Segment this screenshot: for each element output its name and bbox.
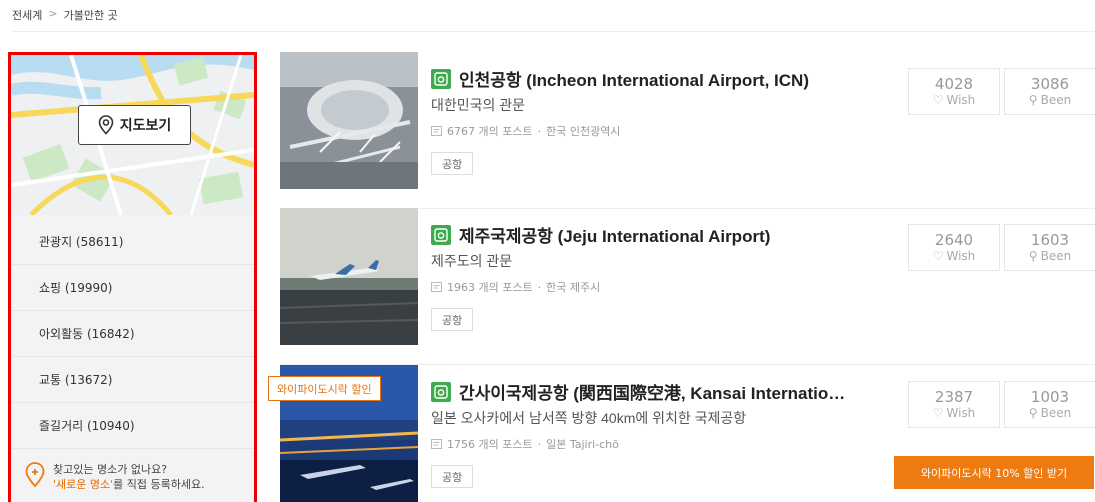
category-item-shopping[interactable]: 쇼핑 (19990) xyxy=(11,265,254,311)
place-title[interactable]: 간사이국제공항 (関西国際空港, Kansai Internatio… xyxy=(459,379,845,404)
category-item-outdoor[interactable]: 아외활동 (16842) xyxy=(11,311,254,357)
wish-button[interactable]: 2640 ♡ Wish xyxy=(908,224,1000,271)
help-line-2: '새로운 명소'를 직접 등록하세요. xyxy=(53,477,205,492)
heart-icon: ♡ xyxy=(932,93,944,107)
place-location: 일본 Tajiri-chō xyxy=(546,438,619,451)
camera-icon xyxy=(431,381,451,402)
top-divider xyxy=(12,31,1095,32)
map-pin-icon xyxy=(98,115,114,135)
wish-count: 2640 xyxy=(934,231,974,249)
place-subtitle: 제주도의 관문 xyxy=(431,253,513,269)
place-meta: 1963 개의 포스트 · 한국 제주시 xyxy=(431,279,600,295)
place-location: 한국 제주시 xyxy=(546,281,601,294)
camera-icon xyxy=(431,224,451,245)
wish-count: 2387 xyxy=(934,388,974,406)
meta-dot: · xyxy=(537,280,542,294)
been-label: Been xyxy=(1040,249,1072,263)
place-title-row: 인천공항 (Incheon International Airport, ICN… xyxy=(431,66,809,91)
map-view-label: 지도보기 xyxy=(119,118,172,134)
wish-label: Wish xyxy=(946,249,976,263)
category-tag[interactable]: 공항 xyxy=(431,308,474,331)
place-thumbnail[interactable] xyxy=(280,208,418,345)
been-label: Been xyxy=(1040,406,1072,420)
pin-icon: ⚲ xyxy=(1028,249,1038,263)
category-list: 관광지 (58611) 쇼핑 (19990) 아외활동 (16842) 교통 (… xyxy=(11,219,254,449)
map-view-button[interactable]: 지도보기 xyxy=(78,105,191,145)
wish-button[interactable]: 4028 ♡ Wish xyxy=(908,68,1000,115)
been-button[interactable]: 3086 ⚲ Been xyxy=(1004,68,1095,115)
place-meta: 1756 개의 포스트 · 일본 Tajiri-chō xyxy=(431,436,619,452)
promo-discount-button[interactable]: 와이파이도시락 10% 할인 받기 xyxy=(894,456,1094,489)
help-line-1: 찾고있는 명소가 없나요? xyxy=(53,463,168,476)
camera-icon xyxy=(431,68,451,89)
been-label: Been xyxy=(1040,93,1072,107)
wish-count: 4028 xyxy=(934,75,974,93)
new-place-link[interactable]: '새로운 명소' xyxy=(53,478,113,491)
category-item-entertainment[interactable]: 즐길거리 (10940) xyxy=(11,403,254,449)
category-tag[interactable]: 공항 xyxy=(431,152,474,175)
heart-icon: ♡ xyxy=(932,406,944,420)
add-place-text: 찾고있는 명소가 없나요? '새로운 명소'를 직접 등록하세요. xyxy=(53,462,205,492)
sidebar: 지도보기 관광지 (58611) 쇼핑 (19990) 아외활동 (16842)… xyxy=(8,52,257,502)
map-preview[interactable]: 지도보기 xyxy=(11,55,254,215)
post-count: 6767 개의 포스트 xyxy=(447,125,533,138)
place-title-row: 제주국제공항 (Jeju International Airport) xyxy=(431,222,770,247)
place-card-incheon: 인천공항 (Incheon International Airport, ICN… xyxy=(280,52,1095,209)
airport-photo xyxy=(280,52,418,189)
meta-dot: · xyxy=(537,124,542,138)
help-line-2-rest: 를 직접 등록하세요. xyxy=(113,478,205,491)
place-title[interactable]: 인천공항 (Incheon International Airport, ICN… xyxy=(459,66,809,91)
breadcrumb-places[interactable]: 가볼만한 곳 xyxy=(64,7,118,23)
airport-photo xyxy=(280,208,418,345)
wish-label: Wish xyxy=(946,406,976,420)
place-meta: 6767 개의 포스트 · 한국 인천광역시 xyxy=(431,123,620,139)
location-pin-icon xyxy=(25,462,45,488)
post-icon xyxy=(431,282,442,292)
meta-dot: · xyxy=(537,437,542,451)
heart-icon: ♡ xyxy=(932,249,944,263)
place-title[interactable]: 제주국제공항 (Jeju International Airport) xyxy=(459,222,770,247)
place-card-jeju: 제주국제공항 (Jeju International Airport) 제주도의… xyxy=(280,208,1095,365)
place-thumbnail[interactable] xyxy=(280,52,418,189)
been-button[interactable]: 1003 ⚲ Been xyxy=(1004,381,1095,428)
post-count: 1963 개의 포스트 xyxy=(447,281,533,294)
been-button[interactable]: 1603 ⚲ Been xyxy=(1004,224,1095,271)
category-item-tourism[interactable]: 관광지 (58611) xyxy=(11,219,254,265)
place-subtitle: 대한민국의 관문 xyxy=(431,97,526,113)
been-count: 1003 xyxy=(1030,388,1070,406)
breadcrumb: 전세계 > 가볼만한 곳 xyxy=(12,7,118,23)
add-place-help: 찾고있는 명소가 없나요? '새로운 명소'를 직접 등록하세요. xyxy=(11,462,254,492)
place-subtitle: 일본 오사카에서 남서쪽 방향 40km에 위치한 국제공항 xyxy=(431,410,747,426)
wish-button[interactable]: 2387 ♡ Wish xyxy=(908,381,1000,428)
category-item-transport[interactable]: 교통 (13672) xyxy=(11,357,254,403)
pin-icon: ⚲ xyxy=(1028,93,1038,107)
been-count: 3086 xyxy=(1030,75,1070,93)
place-title-row: 간사이국제공항 (関西国際空港, Kansai Internatio… xyxy=(431,379,845,404)
post-icon xyxy=(431,439,442,449)
promo-tag[interactable]: 와이파이도시락 할인 xyxy=(268,376,381,401)
breadcrumb-world[interactable]: 전세계 xyxy=(12,7,42,23)
pin-icon: ⚲ xyxy=(1028,406,1038,420)
place-location: 한국 인천광역시 xyxy=(546,125,621,138)
wish-label: Wish xyxy=(946,93,976,107)
post-count: 1756 개의 포스트 xyxy=(447,438,533,451)
been-count: 1603 xyxy=(1030,231,1070,249)
category-tag[interactable]: 공항 xyxy=(431,465,474,488)
breadcrumb-separator: > xyxy=(48,7,58,20)
post-icon xyxy=(431,126,442,136)
